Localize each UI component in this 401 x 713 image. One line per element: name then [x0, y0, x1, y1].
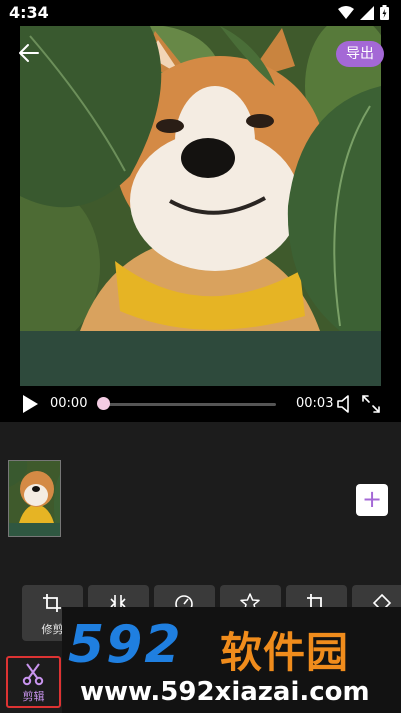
play-icon[interactable]	[21, 394, 39, 414]
tab-cut-label: 剪辑	[22, 690, 45, 703]
watermark-overlay: 592 软件园 www.592xiazai.com	[62, 607, 401, 713]
watermark-logo: 592 软件园	[62, 607, 401, 677]
video-editor-screen: 4:34 导出 00:00 00:03 + 修剪 剪辑 592 软件园 www.…	[0, 0, 401, 713]
add-clip-button[interactable]: +	[356, 484, 388, 516]
export-button[interactable]: 导出	[336, 41, 384, 67]
crop-icon	[43, 594, 61, 612]
video-background-band	[20, 331, 381, 386]
battery-icon	[380, 5, 389, 20]
current-time: 00:00	[50, 396, 88, 411]
progress-track[interactable]	[100, 403, 276, 406]
fullscreen-icon[interactable]	[361, 394, 381, 414]
watermark-url: www.592xiazai.com	[80, 677, 370, 707]
signal-icon	[360, 5, 374, 20]
clip-thumbnail[interactable]	[8, 460, 61, 537]
back-arrow-icon[interactable]	[16, 40, 42, 66]
scissors-icon	[22, 663, 44, 686]
status-icons	[338, 5, 389, 20]
wifi-icon	[338, 5, 354, 19]
total-time: 00:03	[296, 396, 334, 411]
watermark-logo-name: 软件园	[220, 628, 350, 677]
clip-thumbnail-image	[9, 461, 60, 536]
dog-photo	[20, 26, 381, 331]
status-time: 4:34	[9, 3, 49, 22]
volume-icon[interactable]	[335, 394, 355, 414]
add-clip-label: +	[361, 485, 383, 513]
watermark-logo-number: 592	[68, 615, 183, 675]
timeline: +	[0, 422, 401, 582]
tab-cut[interactable]: 剪辑	[6, 656, 61, 708]
progress-knob[interactable]	[97, 397, 110, 410]
status-bar: 4:34	[0, 0, 401, 26]
video-preview: 导出	[0, 26, 401, 386]
video-frame[interactable]	[20, 26, 381, 386]
playback-controls: 00:00 00:03	[0, 386, 401, 422]
